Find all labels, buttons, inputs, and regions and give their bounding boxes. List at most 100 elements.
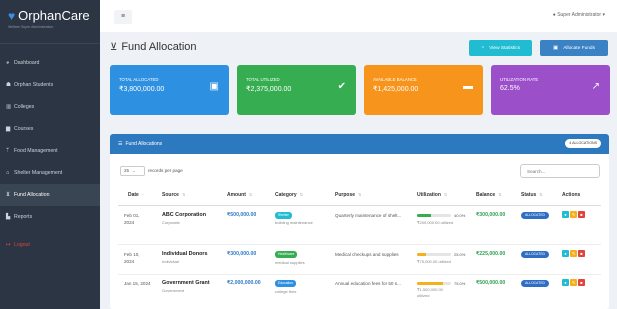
delete-button[interactable]: ■ [578,279,585,286]
stat-card-utilization-rate: UTILIZATION RATE 62.5% ↗ [491,65,610,115]
utilization-cell: 75.0% ₹1,500,000.00 utilized [417,281,466,298]
source-cell: ABC Corporation Corporate [162,212,207,225]
chart-icon: ▙ [6,214,11,220]
purpose-cell: Quarterly maintenance of shelt... [335,213,402,218]
column-header-date[interactable]: Date ↑ [128,192,144,198]
edit-button[interactable]: ✎ [570,250,577,257]
allocation-count-badge: 4 ALLOCATIONS [565,139,601,148]
panel-title: Fund Allocations [125,141,163,147]
utensils-icon: ᛘ [6,148,10,154]
date-cell: Jan 15, 2024 [124,281,151,286]
sidebar-item-dashboard[interactable]: ◕ Dashboard [0,52,100,74]
purpose-cell: Medical checkups and supplies [335,252,399,257]
sidebar-item-shelter-management[interactable]: ⌂ Shelter Management [0,162,100,184]
dashboard-icon: ◕ [6,60,10,66]
eye-icon: ● [564,280,567,285]
sort-icon: ⇅ [498,192,502,197]
column-header-amount[interactable]: Amount ⇅ [227,192,252,198]
actions-cell: ● ✎ ■ [562,250,586,257]
category-cell: Healthcare medical supplies [275,251,305,265]
utilization-bar [417,253,451,257]
amount-cell: ₹2,000,000.00 [227,280,261,286]
hand-coin-icon: ⊻ [110,41,118,53]
allocations-panel: ☰ Fund Allocations 4 ALLOCATIONS 25 ⌄ re… [110,134,609,309]
utilization-cell: 25.0% ₹75,000.00 utilized [417,252,466,264]
sidebar-item-logout[interactable]: ↦ Logout [0,234,100,256]
source-cell: Individual Donors Individual [162,251,208,264]
brand-name: OrphanCare [18,8,90,23]
balance-cell: ₹225,000.00 [476,251,506,257]
sort-icon: ⇅ [299,192,304,197]
sidebar-item-label: Fund Allocation [14,192,50,198]
allocate-funds-button[interactable]: ▣ Allocate Funds [540,40,608,56]
view-statistics-label: View Statistics [489,45,521,51]
user-icon: ● [552,12,556,18]
money-icon: ▣ [553,45,559,51]
view-button[interactable]: ● [562,250,569,257]
eye-icon: ● [564,212,567,217]
column-header-utilization[interactable]: Utilization ⇅ [417,192,447,198]
balance-cell: ₹500,000.00 [476,280,506,286]
delete-button[interactable]: ■ [578,250,585,257]
stat-value: ₹2,375,000.00 [246,86,292,93]
date-cell: Feb 01, 2024 [124,213,140,225]
menu-toggle-button[interactable]: ≡ [114,10,132,24]
sort-icon: ⇅ [539,192,543,197]
sidebar-item-orphan-students[interactable]: ☗ Orphan Students [0,74,100,96]
page-length-value: 25 [124,168,130,173]
sidebar-item-label: Orphan Students [14,82,54,88]
stat-card-total-utilized: TOTAL UTILIZED ₹2,375,000.00 ✔ [237,65,356,115]
status-cell: ALLOCATED [521,279,549,287]
brand[interactable]: ♥ OrphanCare Welfare Super Administratio… [0,0,100,44]
hand-coin-icon: ⊻ [6,192,11,198]
user-menu[interactable]: ● Super Administrator ▾ [553,12,605,18]
view-statistics-button[interactable]: ◔ View Statistics [469,40,532,56]
trash-icon: ■ [580,280,583,285]
topbar: ≡ ● Super Administrator ▾ [100,0,617,32]
pencil-icon: ✎ [571,251,576,256]
column-header-source[interactable]: Source ⇅ [162,192,185,198]
row-divider [118,274,601,275]
sidebar-item-reports[interactable]: ▙ Reports [0,206,100,228]
edit-button[interactable]: ✎ [570,211,577,218]
utilization-fill [417,282,443,286]
column-header-actions: Actions [562,192,581,198]
edit-button[interactable]: ✎ [570,279,577,286]
sidebar-item-colleges[interactable]: ▥ Colleges [0,96,100,118]
view-button[interactable]: ● [562,211,569,218]
sidebar-item-fund-allocation[interactable]: ⊻ Fund Allocation [0,184,100,206]
sidebar-item-label: Shelter Management [14,170,63,176]
column-header-category[interactable]: Category ⇅ [275,192,303,198]
logout-icon: ↦ [6,242,11,248]
column-header-purpose[interactable]: Purpose ⇅ [335,192,361,198]
column-header-status[interactable]: Status ⇅ [521,192,543,198]
hamburger-icon: ≡ [120,13,126,20]
sidebar-item-food-management[interactable]: ᛘ Food Management [0,140,100,162]
sidebar-item-courses[interactable]: ▆ Courses [0,118,100,140]
page-length-label: records per page [148,168,183,173]
stat-label: UTILIZATION RATE [500,77,539,82]
status-cell: ALLOCATED [521,250,549,258]
users-icon: ☗ [6,82,11,88]
actions-cell: ● ✎ ■ [562,279,586,286]
search-input[interactable] [520,164,600,178]
view-button[interactable]: ● [562,279,569,286]
stat-label: TOTAL ALLOCATED [119,77,159,82]
stat-label: AVAILABLE BALANCE [373,77,417,82]
delete-button[interactable]: ■ [578,211,585,218]
page-length-select[interactable]: 25 ⌄ [120,166,145,176]
row-divider [118,244,601,245]
status-badge: ALLOCATED [521,251,549,258]
sort-icon: ↑ [141,192,144,197]
trend-chart-icon: ↗ [591,81,600,92]
brand-tagline: Welfare Super Administration [8,25,54,29]
sidebar-item-label: Colleges [14,104,35,110]
column-header-balance[interactable]: Balance ⇅ [476,192,502,198]
home-icon: ⌂ [6,170,10,176]
stat-value: 62.5% [500,85,520,92]
pencil-icon: ✎ [571,280,576,285]
page-title: ⊻ Fund Allocation [110,41,197,53]
utilization-fill [417,253,426,257]
status-badge: ALLOCATED [521,280,549,287]
eye-icon: ● [564,251,567,256]
